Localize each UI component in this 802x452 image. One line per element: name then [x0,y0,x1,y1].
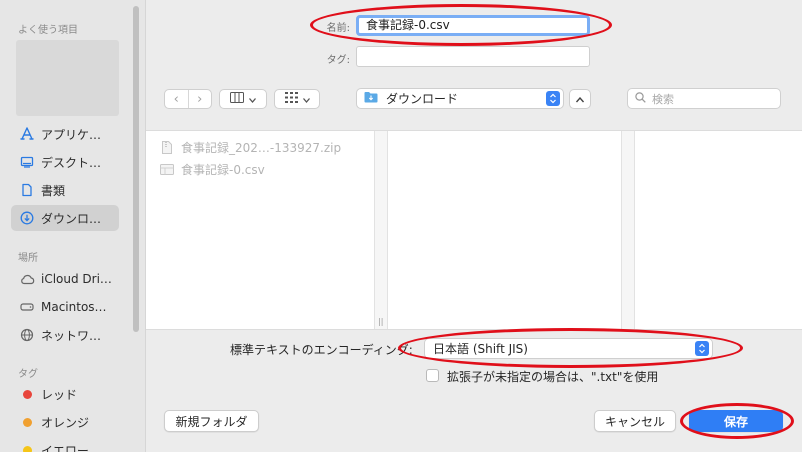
red-tag-dot-icon [23,389,32,399]
sidebar-item-label: デスクト… [41,155,102,170]
popup-stepper-icon [695,341,709,356]
documents-icon [19,182,35,198]
file-column-3 [636,131,802,329]
save-button[interactable]: 保存 [689,410,783,432]
sidebar-item-applications[interactable]: アプリケ… [11,121,119,147]
downloads-icon [19,210,35,226]
encoding-popup[interactable]: 日本語 (Shift JIS) [424,338,713,359]
chevron-down-icon [302,93,310,106]
sidebar-item-tag-yellow[interactable]: イエロー [11,437,119,452]
sidebar-item-label: ダウンロ… [41,211,102,226]
network-icon [19,327,35,343]
file-column-2 [389,131,621,329]
tag-label: タグ: [326,55,350,66]
sidebar-item-label: Macintos… [41,300,107,314]
sidebar: よく使う項目 アプリケ… デスクト… 書類 ダウンロ… 場所 iCloud Dr… [0,0,146,452]
cancel-button[interactable]: キャンセル [594,410,676,432]
search-field[interactable]: 検索 [627,88,781,109]
tags-header: タグ [18,369,38,380]
disk-icon [19,299,35,315]
sidebar-item-label: オレンジ [41,415,90,430]
applications-icon [19,126,35,142]
sidebar-item-macintosh[interactable]: Macintos… [11,294,119,320]
sidebar-item-label: 書類 [41,183,66,198]
collapse-button[interactable] [569,89,591,109]
favorites-placeholder [16,40,119,116]
chevron-up-icon [575,93,585,106]
search-placeholder: 検索 [652,92,674,106]
favorites-header: よく使う項目 [18,25,78,36]
location-popup[interactable]: ダウンロード [356,88,564,109]
forward-button[interactable]: › [189,90,212,108]
txt-extension-label: 拡張子が未指定の場合は、".txt"を使用 [447,370,659,384]
file-row[interactable]: 食事記録-0.csv [160,159,265,179]
chevron-down-icon [249,93,256,106]
sidebar-item-desktop[interactable]: デスクト… [11,149,119,175]
locations-header: 場所 [18,253,38,264]
new-folder-button[interactable]: 新規フォルダ [164,410,259,432]
tag-input[interactable] [356,46,590,67]
zip-file-icon [160,140,174,154]
orange-tag-dot-icon [23,417,32,427]
column-divider[interactable] [621,131,635,329]
sidebar-item-label: イエロー [41,443,89,452]
back-button[interactable]: ‹ [165,90,189,108]
popup-stepper-icon [546,91,560,106]
encoding-label: 標準テキストのエンコーディング: [230,343,413,357]
sidebar-item-tag-red[interactable]: レッド [11,381,119,407]
file-name: 食事記録-0.csv [181,162,265,177]
file-name: 食事記録_202…-133927.zip [181,140,342,155]
sidebar-item-documents[interactable]: 書類 [11,177,119,203]
column-divider[interactable] [374,131,388,329]
back-forward-buttons: ‹ › [164,89,212,109]
csv-file-icon [160,162,174,176]
file-column-1: 食事記録_202…-133927.zip 食事記録-0.csv [146,131,374,329]
sidebar-item-downloads[interactable]: ダウンロ… [11,205,119,231]
txt-extension-checkbox[interactable] [426,369,439,382]
location-label: ダウンロード [386,92,459,106]
name-label: 名前: [326,23,350,34]
grid-icon [284,92,298,106]
sidebar-item-tag-orange[interactable]: オレンジ [11,409,119,435]
encoding-value: 日本語 (Shift JIS) [433,342,528,356]
file-row[interactable]: 食事記録_202…-133927.zip [160,137,341,157]
sidebar-item-label: アプリケ… [41,127,102,142]
file-browser: 食事記録_202…-133927.zip 食事記録-0.csv || [146,130,802,330]
search-icon [635,91,646,106]
sidebar-item-network[interactable]: ネットワ… [11,322,119,348]
yellow-tag-dot-icon [23,445,32,452]
sidebar-item-label: iCloud Dri… [41,272,112,286]
sidebar-scrollbar[interactable] [133,6,139,332]
icloud-icon [19,271,35,287]
folder-icon [364,91,378,106]
sidebar-item-label: レッド [41,387,78,402]
view-mode-button[interactable] [219,89,267,109]
sidebar-item-label: ネットワ… [41,328,102,343]
save-panel: 名前: 食事記録-0.csv タグ: ‹ › ダウンロード 検索 食事記録_20… [146,0,802,452]
filename-input[interactable]: 食事記録-0.csv [356,15,590,36]
column-view-icon [230,92,244,106]
column-resize-grip[interactable]: || [378,317,383,326]
desktop-icon [19,154,35,170]
sidebar-item-icloud[interactable]: iCloud Dri… [11,266,119,292]
group-button[interactable] [274,89,320,109]
